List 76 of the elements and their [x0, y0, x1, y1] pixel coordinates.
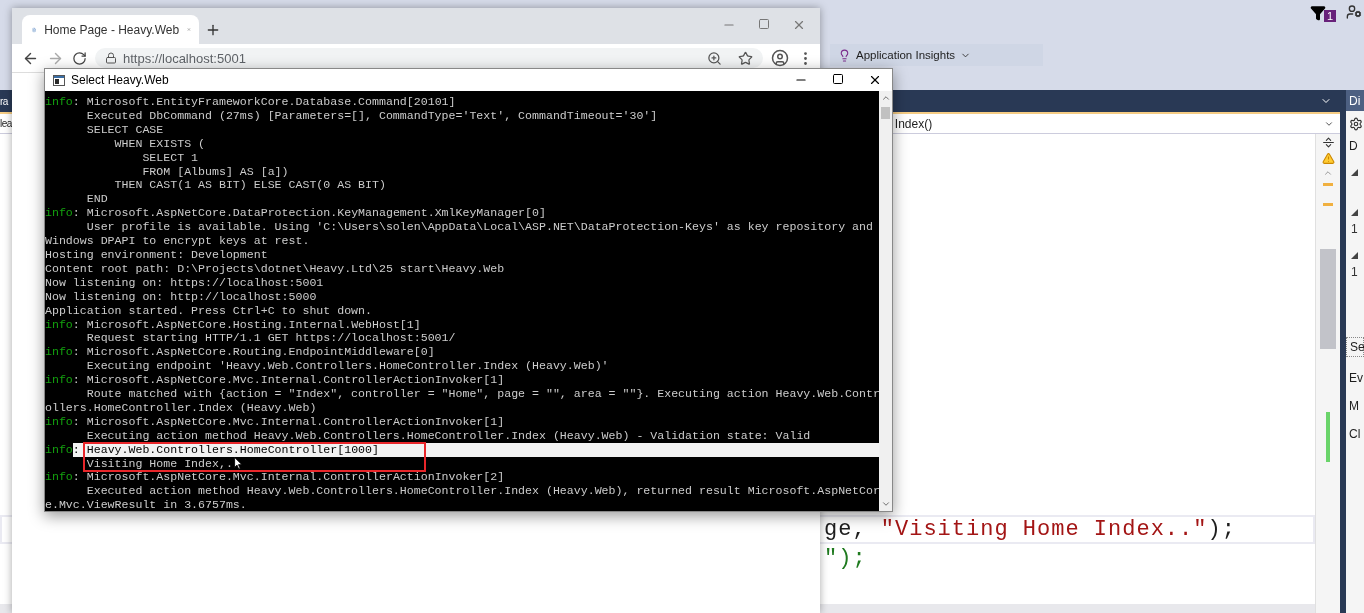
- panel-heading: D: [1348, 138, 1359, 153]
- scroll-down-icon[interactable]: [880, 499, 891, 509]
- log-message: : Heavy.Web.Controllers.HomeController[1000]: [72, 442, 879, 457]
- bookmark-star-icon[interactable]: [738, 50, 753, 66]
- panel-tab[interactable]: Di: [1346, 90, 1364, 111]
- navigation-dropdown[interactable]: lea: [0, 118, 12, 129]
- log-message: Executed action method Heavy.Web.Controllers.HomeController.Index (Heavy.Web), returned result Microsoft.AspNetCor: [85, 484, 879, 499]
- split-icon[interactable]: [1321, 136, 1335, 149]
- log-level: info: [45, 345, 73, 360]
- log-message: Route matched with {action = "Index", controller = "Home", page = "", area = ""}. Executing action Heavy.Web.Contr: [85, 387, 879, 401]
- panel-label: Ev: [1348, 371, 1364, 385]
- account-icon[interactable]: [771, 49, 789, 67]
- filter-icon[interactable]: [1309, 5, 1326, 21]
- log-message: Now listening on: https://localhost:5001: [45, 275, 324, 290]
- log-message: THEN CAST(1 AS BIT) ELSE CAST(0 AS BIT): [113, 178, 386, 193]
- log-message: WHEN EXISTS (: [113, 136, 206, 151]
- log-message: Now listening on: http://localhost:5000: [45, 289, 317, 304]
- expand-triangle-icon[interactable]: [1351, 209, 1358, 216]
- log-level: info: [45, 414, 73, 429]
- log-message: Visiting Home Index,.: [85, 456, 233, 471]
- log-level: info: [45, 206, 73, 221]
- reload-icon[interactable]: [72, 50, 87, 66]
- log-message: e.Mvc.ViewResult in 3.6757ms.: [45, 498, 247, 511]
- log-message: Content root path: D:\Projects\dotnet\Heavy.Ltd\25 start\Heavy.Web: [45, 261, 505, 276]
- panel-button[interactable]: Se: [1346, 337, 1364, 357]
- log-message: Hosting environment: Development: [45, 247, 268, 262]
- mouse-pointer-icon: [234, 457, 243, 470]
- lightbulb-icon: [838, 48, 851, 62]
- scrollbar-thumb[interactable]: [1320, 249, 1336, 349]
- log-message: ollers.HomeController.Index (Heavy.Web): [45, 400, 317, 415]
- close-icon[interactable]: [868, 73, 882, 87]
- log-level: info: [45, 373, 73, 388]
- log-message: SELECT CASE: [85, 122, 164, 137]
- log-message: : Microsoft.AspNetCore.Mvc.Internal.ControllerActionInvoker[2]: [72, 470, 505, 485]
- scrollbar-thumb[interactable]: [881, 107, 890, 119]
- panel-value: 1: [1351, 265, 1359, 279]
- settings-icon[interactable]: [1349, 117, 1363, 131]
- scroll-up-icon[interactable]: [880, 93, 891, 103]
- log-level: info: [45, 95, 73, 109]
- log-message: : Microsoft.AspNetCore.Mvc.Internal.ControllerActionInvoker[1]: [72, 373, 505, 388]
- log-message: FROM [Albums] AS [a]): [141, 164, 289, 179]
- document-tab[interactable]: ra: [0, 95, 8, 107]
- log-message: User profile is available. Using 'C:\Users\solen\AppData\Local\ASP.NET\DataProtection-Keys' as key repository and: [85, 220, 873, 235]
- log-message: Executing action method Heavy.Web.Controllers.HomeController.Index (Heavy.Web) - Validation state: Valid: [85, 428, 811, 443]
- log-message: END: [85, 192, 108, 207]
- log-level: info: [45, 442, 73, 457]
- log-message: Application started. Press Ctrl+C to shut down.: [45, 303, 372, 318]
- panel-value: 1: [1351, 222, 1359, 236]
- window-title: Select Heavy.Web: [71, 73, 170, 87]
- panel-label: M: [1348, 399, 1360, 413]
- maximize-icon[interactable]: [832, 73, 844, 85]
- user-icon[interactable]: [1346, 4, 1362, 20]
- log-level: info: [45, 470, 73, 485]
- log-message: Executed DbCommand (27ms) [Parameters=[], CommandType='Text', CommandTimeout='30']: [85, 108, 658, 123]
- address-field[interactable]: https://localhost:5001: [95, 48, 763, 68]
- console-icon: [53, 74, 65, 86]
- log-message: : Microsoft.AspNetCore.Hosting.Internal.WebHost[1]: [72, 317, 421, 332]
- log-message: Executing endpoint 'Heavy.Web.Controllers.HomeController.Index (Heavy.Web)': [85, 359, 609, 374]
- log-message: : Microsoft.AspNetCore.DataProtection.KeyManagement.XmlKeyManager[0]: [72, 206, 546, 221]
- zoom-icon[interactable]: [707, 50, 722, 66]
- log-message: Request starting HTTP/1.1 GET https://localhost:5001/: [85, 331, 456, 346]
- log-message: : Microsoft.EntityFrameworkCore.Database.Command[20101]: [72, 95, 456, 109]
- log-message: : Microsoft.AspNetCore.Routing.EndpointMiddleware[0]: [72, 345, 435, 360]
- log-level: info: [45, 317, 73, 332]
- log-message: Windows DPAPI to encrypt keys at rest.: [45, 234, 310, 248]
- lock-icon[interactable]: [105, 52, 117, 64]
- code-line: ");: [823, 545, 868, 573]
- log-message: SELECT 1: [141, 150, 199, 165]
- browser-tab[interactable]: Home Page - Heavy.Web: [22, 15, 199, 44]
- panel-label: Cl: [1348, 427, 1362, 441]
- expand-triangle-icon[interactable]: [1351, 169, 1358, 176]
- new-tab-icon[interactable]: [205, 22, 221, 38]
- expand-triangle-icon[interactable]: [1351, 252, 1358, 259]
- member-dropdown[interactable]: Index(): [894, 115, 1340, 132]
- log-message: : Microsoft.AspNetCore.Mvc.Internal.ControllerActionInvoker[1]: [72, 414, 505, 429]
- notification-badge: 1: [1323, 10, 1336, 22]
